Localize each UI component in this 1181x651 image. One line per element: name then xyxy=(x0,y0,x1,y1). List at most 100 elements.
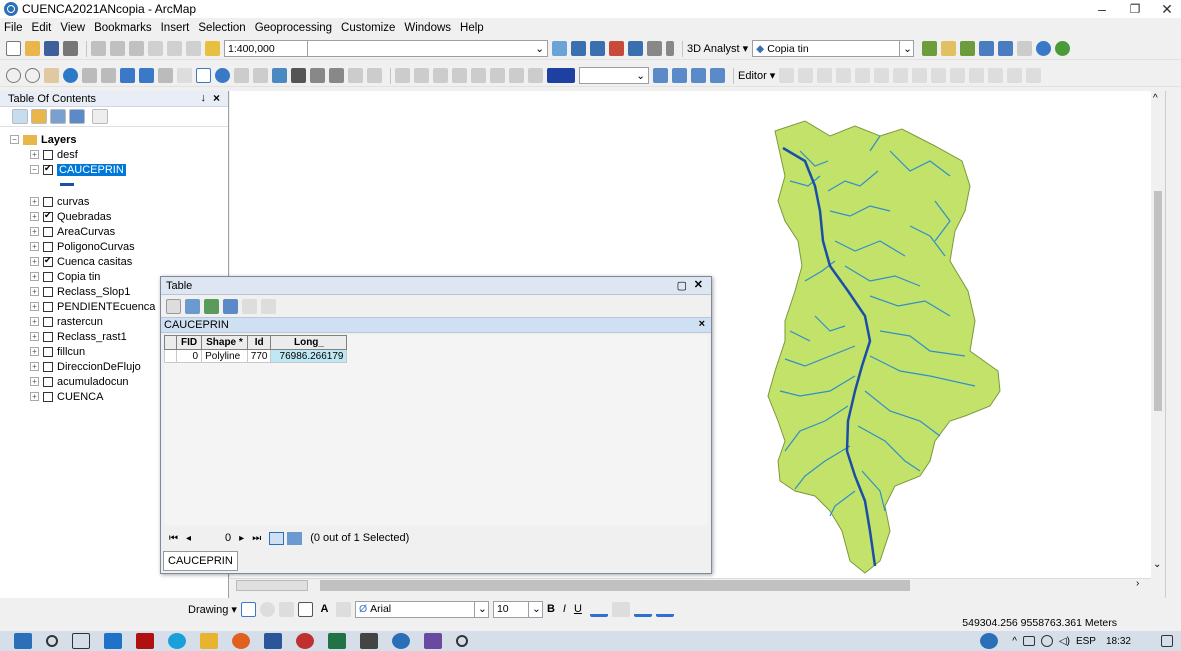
font-select[interactable]: Ø Arial xyxy=(354,600,475,618)
trace-icon[interactable] xyxy=(855,68,871,83)
menu-bookmarks[interactable]: Bookmarks xyxy=(94,22,152,34)
layer-row-areacurvas[interactable]: + AreaCurvas xyxy=(30,225,115,238)
reshape-icon[interactable] xyxy=(912,68,928,83)
layer-row-direcciondeflujo[interactable]: + DireccionDeFlujo xyxy=(30,360,141,373)
expand-icon[interactable]: + xyxy=(30,212,39,221)
expand-icon[interactable]: + xyxy=(30,197,39,206)
layer-row-cauceprin[interactable]: − CAUCEPRIN xyxy=(30,163,126,176)
layer-visibility-checkbox[interactable] xyxy=(43,361,53,372)
zoom-out-icon[interactable] xyxy=(25,68,40,83)
row-selector-header[interactable] xyxy=(164,335,177,350)
word-icon[interactable] xyxy=(264,633,282,649)
spatial-analyst-tool-icon[interactable] xyxy=(395,68,410,83)
layer-row-rastercun[interactable]: + rastercun xyxy=(30,315,103,328)
layer-visibility-checkbox[interactable] xyxy=(43,241,53,252)
menu-geoprocessing[interactable]: Geoprocessing xyxy=(255,22,332,34)
scrollbar-thumb[interactable] xyxy=(1154,191,1162,411)
collapse-icon[interactable]: − xyxy=(10,135,19,144)
cut-icon[interactable] xyxy=(91,41,106,56)
split-icon[interactable] xyxy=(950,68,966,83)
app-icon[interactable] xyxy=(104,633,122,649)
editor-toolbar-icon[interactable] xyxy=(552,41,567,56)
expand-icon[interactable]: + xyxy=(30,392,39,401)
georeferencing-tool-icon[interactable] xyxy=(414,68,429,83)
column-header-long[interactable]: Long_ xyxy=(270,335,348,350)
analyst-layer-select[interactable]: ◆ Copia tin xyxy=(752,40,901,57)
arcglobe-icon[interactable] xyxy=(1055,41,1071,56)
search-icon[interactable] xyxy=(46,635,58,647)
pdf-app-icon[interactable] xyxy=(136,633,154,649)
layer-visibility-checkbox[interactable] xyxy=(43,391,53,402)
app-icon[interactable] xyxy=(360,633,378,649)
excel-icon[interactable] xyxy=(328,633,346,649)
cauceprin-symbol[interactable] xyxy=(60,183,74,186)
new-document-icon[interactable] xyxy=(6,41,21,56)
table-options-icon[interactable] xyxy=(166,298,181,314)
layer-row-quebradas[interactable]: + Quebradas xyxy=(30,210,111,223)
identify-icon[interactable] xyxy=(215,68,230,83)
next-record-icon[interactable]: ▸ xyxy=(239,533,244,544)
catalog-window-icon[interactable] xyxy=(590,41,605,56)
volume-icon[interactable]: ◁) xyxy=(1059,636,1070,647)
rotate-icon[interactable] xyxy=(259,601,275,617)
rectangle-icon[interactable] xyxy=(297,601,313,617)
full-extent-icon[interactable] xyxy=(63,68,78,83)
layer-visibility-checkbox[interactable] xyxy=(43,376,53,387)
layer-row-desf[interactable]: + desf xyxy=(30,148,78,161)
profile-graph-icon[interactable] xyxy=(1017,41,1033,56)
select-features-icon[interactable] xyxy=(158,68,173,83)
chevron-down-icon[interactable]: ⌄ xyxy=(900,40,915,57)
image-analysis-icon[interactable] xyxy=(452,68,467,83)
menu-windows[interactable]: Windows xyxy=(404,22,451,34)
windows-start-icon[interactable] xyxy=(14,633,32,649)
go-to-xy-icon[interactable] xyxy=(329,68,344,83)
undo-icon[interactable] xyxy=(167,41,182,56)
expand-icon[interactable]: + xyxy=(30,257,39,266)
layer-visibility-checkbox[interactable] xyxy=(43,255,53,267)
line-color-icon[interactable] xyxy=(633,602,652,617)
scroll-up-icon[interactable]: ^ xyxy=(1153,93,1158,104)
fixed-zoom-in-icon[interactable] xyxy=(82,68,97,83)
layers-group-row[interactable]: − Layers xyxy=(10,133,76,146)
cell-fid[interactable]: 0 xyxy=(175,349,203,363)
first-record-icon[interactable]: ⏮ xyxy=(169,533,178,544)
expand-icon[interactable]: + xyxy=(30,377,39,386)
layer-row-reclass-rast1[interactable]: + Reclass_rast1 xyxy=(30,330,127,343)
marker-color-icon[interactable] xyxy=(655,602,674,617)
color-ramp-icon[interactable] xyxy=(547,68,575,83)
python-window-icon[interactable] xyxy=(647,41,662,56)
list-by-drawing-order-icon[interactable] xyxy=(12,109,28,124)
chevron-up-icon[interactable]: ^ xyxy=(1012,636,1017,647)
layer-row-curvas[interactable]: + curvas xyxy=(30,195,89,208)
copy-icon[interactable] xyxy=(110,41,125,56)
scroll-down-icon[interactable]: ⌄ xyxy=(1153,559,1161,570)
select-elements-icon[interactable] xyxy=(240,601,256,617)
search-window-icon[interactable] xyxy=(609,41,624,56)
menu-selection[interactable]: Selection xyxy=(198,22,245,34)
options-icon[interactable] xyxy=(92,109,108,124)
collapse-icon[interactable]: − xyxy=(30,165,39,174)
bold-button[interactable]: B xyxy=(547,603,555,615)
show-selected-records-icon[interactable] xyxy=(287,531,303,545)
table-window-close-button[interactable]: ✕ xyxy=(694,278,703,291)
drawing-menu[interactable]: Drawing ▾ xyxy=(188,603,237,616)
switch-selection-icon[interactable] xyxy=(223,298,238,314)
arctoolbox-icon[interactable] xyxy=(628,41,643,56)
notifications-icon[interactable] xyxy=(1161,635,1173,647)
table-row[interactable]: 0 Polyline 770 76986.266179 xyxy=(164,349,348,363)
scroll-right-icon[interactable]: › xyxy=(1136,578,1139,589)
last-record-icon[interactable]: ⏭ xyxy=(252,533,261,544)
menu-view[interactable]: View xyxy=(60,22,85,34)
back-extent-icon[interactable] xyxy=(120,68,135,83)
browser-icon[interactable] xyxy=(232,633,250,649)
find-route-icon[interactable] xyxy=(310,68,325,83)
expand-icon[interactable]: + xyxy=(30,362,39,371)
list-by-selection-icon[interactable] xyxy=(69,109,85,124)
sketch-properties-icon[interactable] xyxy=(1007,68,1023,83)
layer-visibility-checkbox[interactable] xyxy=(43,226,53,237)
battery-icon[interactable] xyxy=(1022,636,1035,646)
contour-icon[interactable] xyxy=(922,41,938,56)
expand-icon[interactable]: + xyxy=(30,272,39,281)
expand-icon[interactable]: + xyxy=(30,302,39,311)
select-by-attributes-icon[interactable] xyxy=(204,298,219,314)
